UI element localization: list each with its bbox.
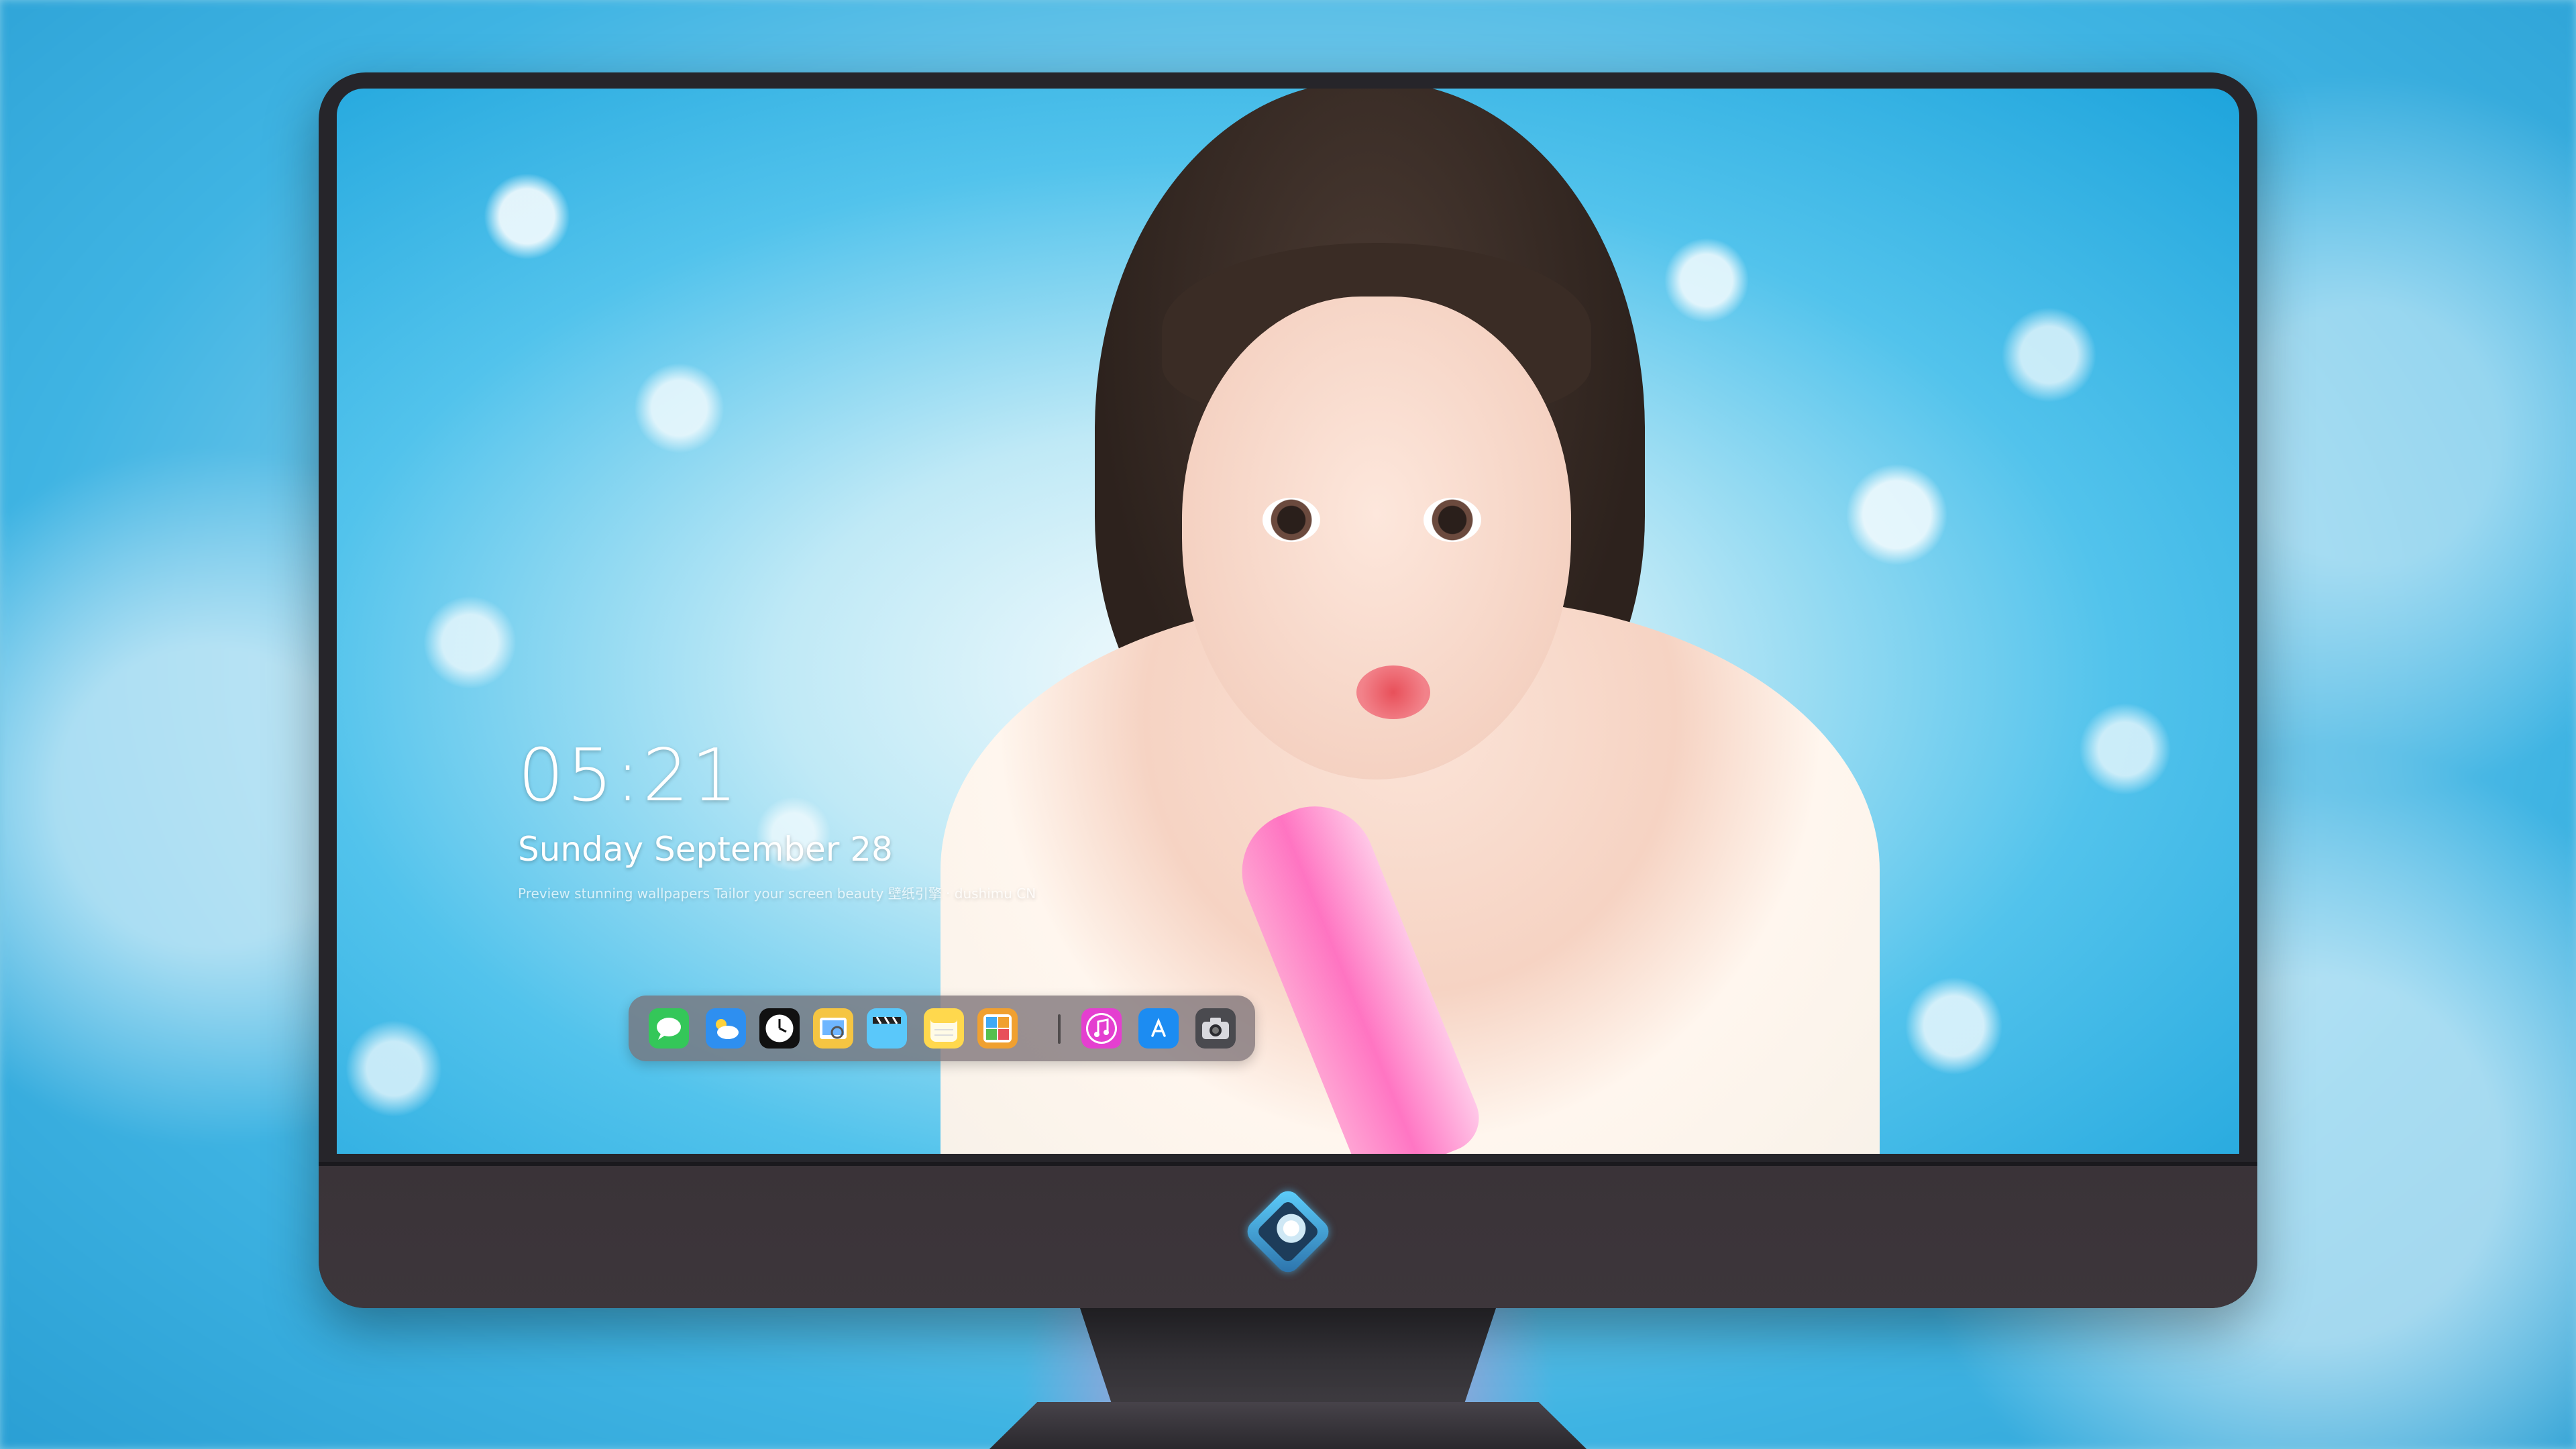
dock [629,996,1255,1061]
logo-icon [1242,1186,1334,1277]
wallpaper-figure-eye-right [1424,498,1481,542]
lock-screen-overlay: 05:21 Sunday September 28 Preview stunni… [518,733,1036,902]
app-store-icon [1143,1013,1174,1044]
camera-icon [1202,1018,1229,1039]
monitor-stand-neck [1080,1308,1496,1409]
app-store-app-icon[interactable] [1138,1008,1179,1049]
weather-icon[interactable] [706,1008,746,1049]
final-cut-app-icon[interactable] [867,1008,907,1049]
wallpaper-figure-mouth [1356,665,1430,719]
monitor-stand-base [989,1402,1587,1449]
wallpaper-caption: Preview stunning wallpapers Tailor your … [518,885,1036,902]
desktop-screen: 05:21 Sunday September 28 Preview stunni… [337,89,2239,1154]
clock-app-icon[interactable] [759,1008,800,1049]
camera-app-icon[interactable] [1195,1008,1236,1049]
wallpaper-figure-eye-left [1263,498,1320,542]
photo-grid-icon [983,1014,1012,1042]
clapperboard-icon [873,1016,901,1041]
notes-icon [930,1015,957,1042]
clock-icon [763,1012,796,1044]
message-bubble-icon [657,1018,681,1040]
photo-library-app-icon[interactable] [977,1008,1018,1049]
scene: 05:21 Sunday September 28 Preview stunni… [0,0,2576,1449]
monitor-chin [319,1162,2257,1308]
preview-icon [820,1018,847,1039]
itunes-app-icon[interactable] [1081,1008,1122,1049]
notes-app-icon[interactable] [924,1008,964,1049]
messages-icon[interactable] [649,1008,689,1049]
clock-time: 05:21 [518,734,741,818]
preview-app-icon[interactable] [813,1008,853,1049]
music-note-icon [1086,1013,1117,1044]
dock-divider [1058,1014,1061,1044]
clock-date: Sunday September 28 [518,830,893,869]
cloud-sun-icon [716,1019,739,1039]
